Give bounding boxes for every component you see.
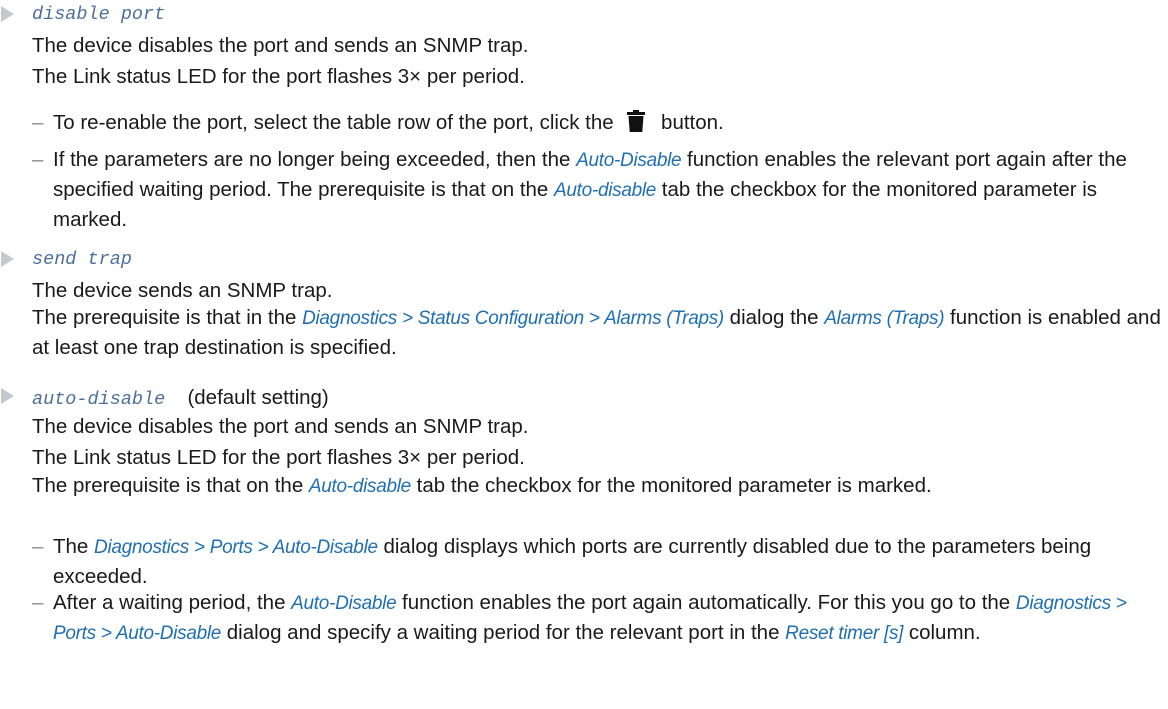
list-marker-icon — [1, 251, 14, 267]
note-text: After a waiting period, the — [53, 591, 292, 614]
option-auto-disable-label: auto-disable — [32, 389, 166, 410]
bullet-dash: – — [32, 535, 44, 558]
disable-port-desc-1: The device disables the port and sends a… — [32, 34, 529, 57]
para-text: The prerequisite is that on the — [32, 474, 309, 497]
reenable-text-after: button. — [661, 111, 724, 134]
ui-ref-alarms-function: Alarms (Traps) — [824, 308, 945, 329]
disable-port-desc-2: The Link status LED for the port flashes… — [32, 65, 525, 88]
ui-ref-auto-disable-tab: Auto-disable — [308, 476, 411, 497]
auto-disable-timer-note: After a waiting period, the Auto-Disable… — [53, 588, 1161, 648]
ui-ref-auto-disable: Auto-Disable — [576, 150, 682, 171]
option-send-trap: send trap — [32, 249, 132, 270]
note-text: The — [53, 535, 95, 558]
auto-disable-prerequisite: The prerequisite is that on the Auto-dis… — [32, 471, 1162, 501]
auto-disable-desc-2: The Link status LED for the port flashes… — [32, 446, 525, 469]
ui-ref-auto-disable-tab: Auto-disable — [554, 180, 657, 201]
send-trap-prerequisite: The prerequisite is that in the Diagnost… — [32, 303, 1162, 362]
auto-reenable-note: If the parameters are no longer being ex… — [53, 145, 1161, 234]
list-marker-icon — [1, 388, 14, 404]
reenable-text-before: To re-enable the port, select the table … — [53, 111, 614, 134]
document-page: { "disable_port": { "option": "disable p… — [0, 0, 1168, 709]
ui-ref-alarms-dialog: Diagnostics > Status Configuration > Ala… — [302, 308, 724, 329]
option-auto-disable: auto-disable (default setting) — [32, 386, 329, 410]
para-text: tab the checkbox for the monitored param… — [410, 474, 932, 497]
auto-disable-dialog-note: The Diagnostics > Ports > Auto-Disable d… — [53, 532, 1161, 591]
trash-icon — [627, 110, 646, 132]
para-text: dialog the — [723, 306, 825, 329]
send-trap-desc-1: The device sends an SNMP trap. — [32, 279, 333, 302]
default-setting-label: (default setting) — [187, 386, 329, 409]
ui-ref-reset-timer: Reset timer [s] — [785, 623, 904, 644]
note-text: If the parameters are no longer being ex… — [53, 148, 577, 171]
bullet-dash: – — [32, 111, 44, 134]
bullet-dash: – — [32, 148, 44, 171]
ui-ref-ports-auto-disable: Diagnostics > Ports > Auto-Disable — [94, 537, 378, 558]
para-text: The prerequisite is that in the — [32, 306, 303, 329]
note-text: dialog and specify a waiting period for … — [221, 621, 786, 644]
option-disable-port: disable port — [32, 4, 166, 25]
note-text: column. — [903, 621, 981, 644]
auto-disable-desc-1: The device disables the port and sends a… — [32, 415, 529, 438]
reenable-instruction: To re-enable the port, select the table … — [53, 108, 1161, 137]
bullet-dash: – — [32, 591, 44, 614]
note-text: function enables the port again automati… — [396, 591, 1016, 614]
ui-ref-auto-disable: Auto-Disable — [291, 593, 397, 614]
list-marker-icon — [1, 6, 14, 22]
